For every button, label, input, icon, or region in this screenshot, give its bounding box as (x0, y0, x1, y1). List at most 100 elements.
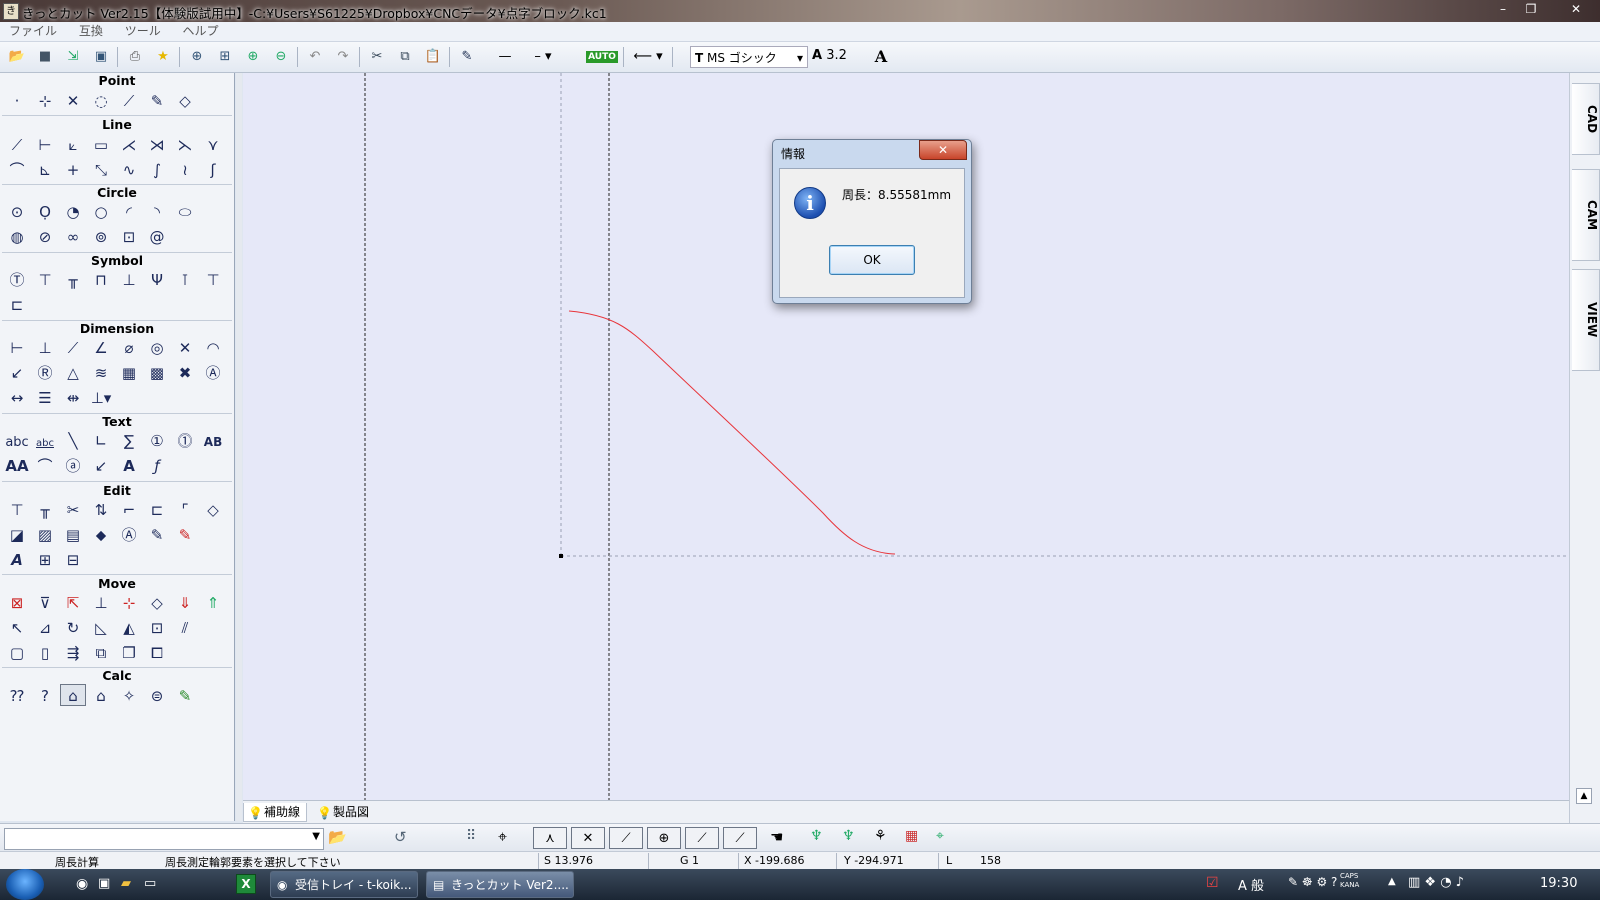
line-perp-icon[interactable]: ⊾ (32, 159, 58, 181)
task-kittocut[interactable]: ▤ きっとカット Ver2.... (426, 871, 574, 898)
menu-file[interactable]: ファイル (0, 22, 66, 41)
window-copy-icon[interactable]: ❐ (116, 642, 142, 664)
group-icon[interactable]: ⊞ (32, 549, 58, 571)
text-edit-icon[interactable]: A (4, 549, 30, 571)
copy-icon[interactable]: ⧉ (394, 47, 416, 67)
hatch-icon[interactable]: ▨ (32, 524, 58, 546)
dim-width-icon[interactable]: ↔ (4, 387, 30, 409)
area-icon[interactable]: ⌂ (88, 685, 114, 707)
text-balloon-icon[interactable]: ① (144, 430, 170, 452)
filter-icon[interactable]: ⊽ (32, 592, 58, 614)
circle-box-icon[interactable]: ⊡ (116, 226, 142, 248)
line-cross-icon[interactable]: ⋊ (144, 134, 170, 156)
tab-auxiliary[interactable]: 💡 補助線 (243, 803, 308, 822)
corner-icon[interactable]: ⌐ (116, 499, 142, 521)
measure-angle-icon[interactable]: ⁇ (4, 685, 30, 707)
fillet-icon[interactable]: ⌜ (172, 499, 198, 521)
snap-hand-icon[interactable]: ☚ (770, 828, 783, 846)
arc-reverse-icon[interactable]: ◝ (144, 201, 170, 223)
explorer-icon[interactable]: ▣ (98, 876, 110, 891)
calc-pen-icon[interactable]: ✎ (172, 685, 198, 707)
text-replace-icon[interactable]: AB (200, 431, 226, 453)
move-point-icon[interactable]: ↖ (4, 617, 30, 639)
ime-indicator[interactable]: A 般 (1238, 875, 1264, 894)
circle-cut-icon[interactable]: ⊘ (32, 226, 58, 248)
page-icon[interactable]: ▢ (4, 642, 30, 664)
command-input[interactable]: ▼ (4, 828, 324, 850)
snap-line-button[interactable]: ⟋ (609, 827, 643, 849)
cursor-tool-icon[interactable]: ⌖ (936, 828, 944, 844)
trim-icon[interactable]: ⊤ (4, 499, 30, 521)
layer-tool3-icon[interactable]: ⚘ (874, 828, 887, 844)
circle-pair-icon[interactable]: ∞ (60, 226, 86, 248)
line-angle-icon[interactable]: ⟀ (60, 134, 86, 156)
erase-select-icon[interactable]: ◇ (144, 592, 170, 614)
dim-aligned-icon[interactable]: ⟋ (60, 337, 86, 359)
palette-splitter[interactable] (236, 73, 242, 821)
page-copy-icon[interactable]: ▯ (32, 642, 58, 664)
point-erase-icon[interactable]: ◇ (172, 90, 198, 112)
start-button[interactable] (6, 869, 44, 900)
dim-diameter-icon[interactable]: ⌀ (116, 337, 142, 359)
symbol-extra-icon[interactable]: ⊏ (4, 294, 30, 316)
tab-cad[interactable]: CAD (1572, 83, 1600, 155)
text-leader-icon[interactable]: ∟ (88, 430, 114, 452)
arrow-style-dropdown[interactable]: ⟵ ▾ (630, 47, 666, 67)
nut-icon[interactable]: ⊓ (88, 269, 114, 291)
dim-vertical-icon[interactable]: ⊥ (32, 337, 58, 359)
maximize-button[interactable]: ❐ (1518, 0, 1544, 18)
zoom-fit-icon[interactable]: ⊞ (214, 47, 236, 67)
dim-wave-icon[interactable]: ≋ (88, 362, 114, 384)
rivet-icon[interactable]: ⊤ (200, 269, 226, 291)
line-extend-icon[interactable]: ⋋ (172, 134, 198, 156)
folder-icon[interactable]: ▰ (121, 876, 131, 891)
paste-icon[interactable]: 📋 (422, 47, 444, 67)
select-icon[interactable]: ⊠ (4, 592, 30, 614)
eraser-icon[interactable]: ◇ (200, 499, 226, 521)
delete-icon[interactable]: ✎ (172, 524, 198, 546)
minimize-button[interactable]: – (1490, 0, 1516, 18)
line-horizontal-icon[interactable]: ⊢ (32, 134, 58, 156)
highlight-icon[interactable]: ✎ (144, 524, 170, 546)
dim-scale-icon[interactable]: ⊥▾ (88, 387, 114, 409)
chrome-icon[interactable]: ◉ (76, 876, 88, 892)
point-circle-icon[interactable]: ◌ (88, 90, 114, 112)
menu-help[interactable]: ヘルプ (174, 22, 228, 41)
line-parallel-icon[interactable]: ⋌ (116, 134, 142, 156)
point-line-icon[interactable]: ⟋ (116, 90, 142, 112)
text-sum-icon[interactable]: ∑ (116, 430, 142, 452)
ime-tools-icon[interactable]: ✎ ☸ ⚙ ? (1288, 875, 1337, 889)
dim-horizontal-icon[interactable]: ⊢ (4, 337, 30, 359)
circle-tangent-icon[interactable]: Ọ (32, 201, 58, 223)
select-off-icon[interactable]: ⊹ (116, 592, 142, 614)
text-move-icon[interactable]: ↙ (88, 455, 114, 477)
circle-fillet-icon[interactable]: ◍ (4, 226, 30, 248)
dim-arc-icon[interactable]: ◠ (200, 337, 226, 359)
text-size-icon[interactable]: AA (4, 455, 30, 477)
origin-point[interactable] (559, 554, 563, 558)
crosshair-icon[interactable]: + (60, 159, 86, 181)
tab-cam[interactable]: CAM (1572, 169, 1600, 261)
dim-radius-icon[interactable]: ◎ (144, 337, 170, 359)
dim-radius-r-icon[interactable]: Ⓡ (32, 362, 58, 384)
distribute-icon[interactable]: ⇶ (60, 642, 86, 664)
snap-perp-button[interactable]: ⟋ (723, 827, 757, 849)
font-select[interactable]: T MS ゴシック ▾ (690, 46, 808, 68)
redo-icon[interactable]: ↷ (332, 47, 354, 67)
circle-center-icon[interactable]: ⊙ (4, 201, 30, 223)
layer-color-dropdown[interactable]: AUTO (584, 47, 620, 67)
save-icon[interactable]: ■ (34, 47, 56, 67)
circle-link-icon[interactable]: ⊚ (88, 226, 114, 248)
cut-icon[interactable]: ✂ (366, 47, 388, 67)
ok-button[interactable]: OK (829, 245, 915, 275)
measure-point-icon[interactable]: ✧ (116, 685, 142, 707)
layer-tool2-icon[interactable]: ♆ (842, 828, 855, 844)
tab-product[interactable]: 💡 製品図 (313, 803, 375, 821)
text-format-icon[interactable]: ⓐ (60, 455, 86, 477)
point-offset-icon[interactable]: ⊹ (32, 90, 58, 112)
text-font-icon[interactable]: ƒ (144, 455, 170, 477)
dim-ordinate-icon[interactable]: ⇹ (60, 387, 86, 409)
chamfer-icon[interactable]: ⊏ (144, 499, 170, 521)
circle-icon[interactable]: ○ (88, 201, 114, 223)
dim-chamfer-icon[interactable]: ✕ (172, 337, 198, 359)
